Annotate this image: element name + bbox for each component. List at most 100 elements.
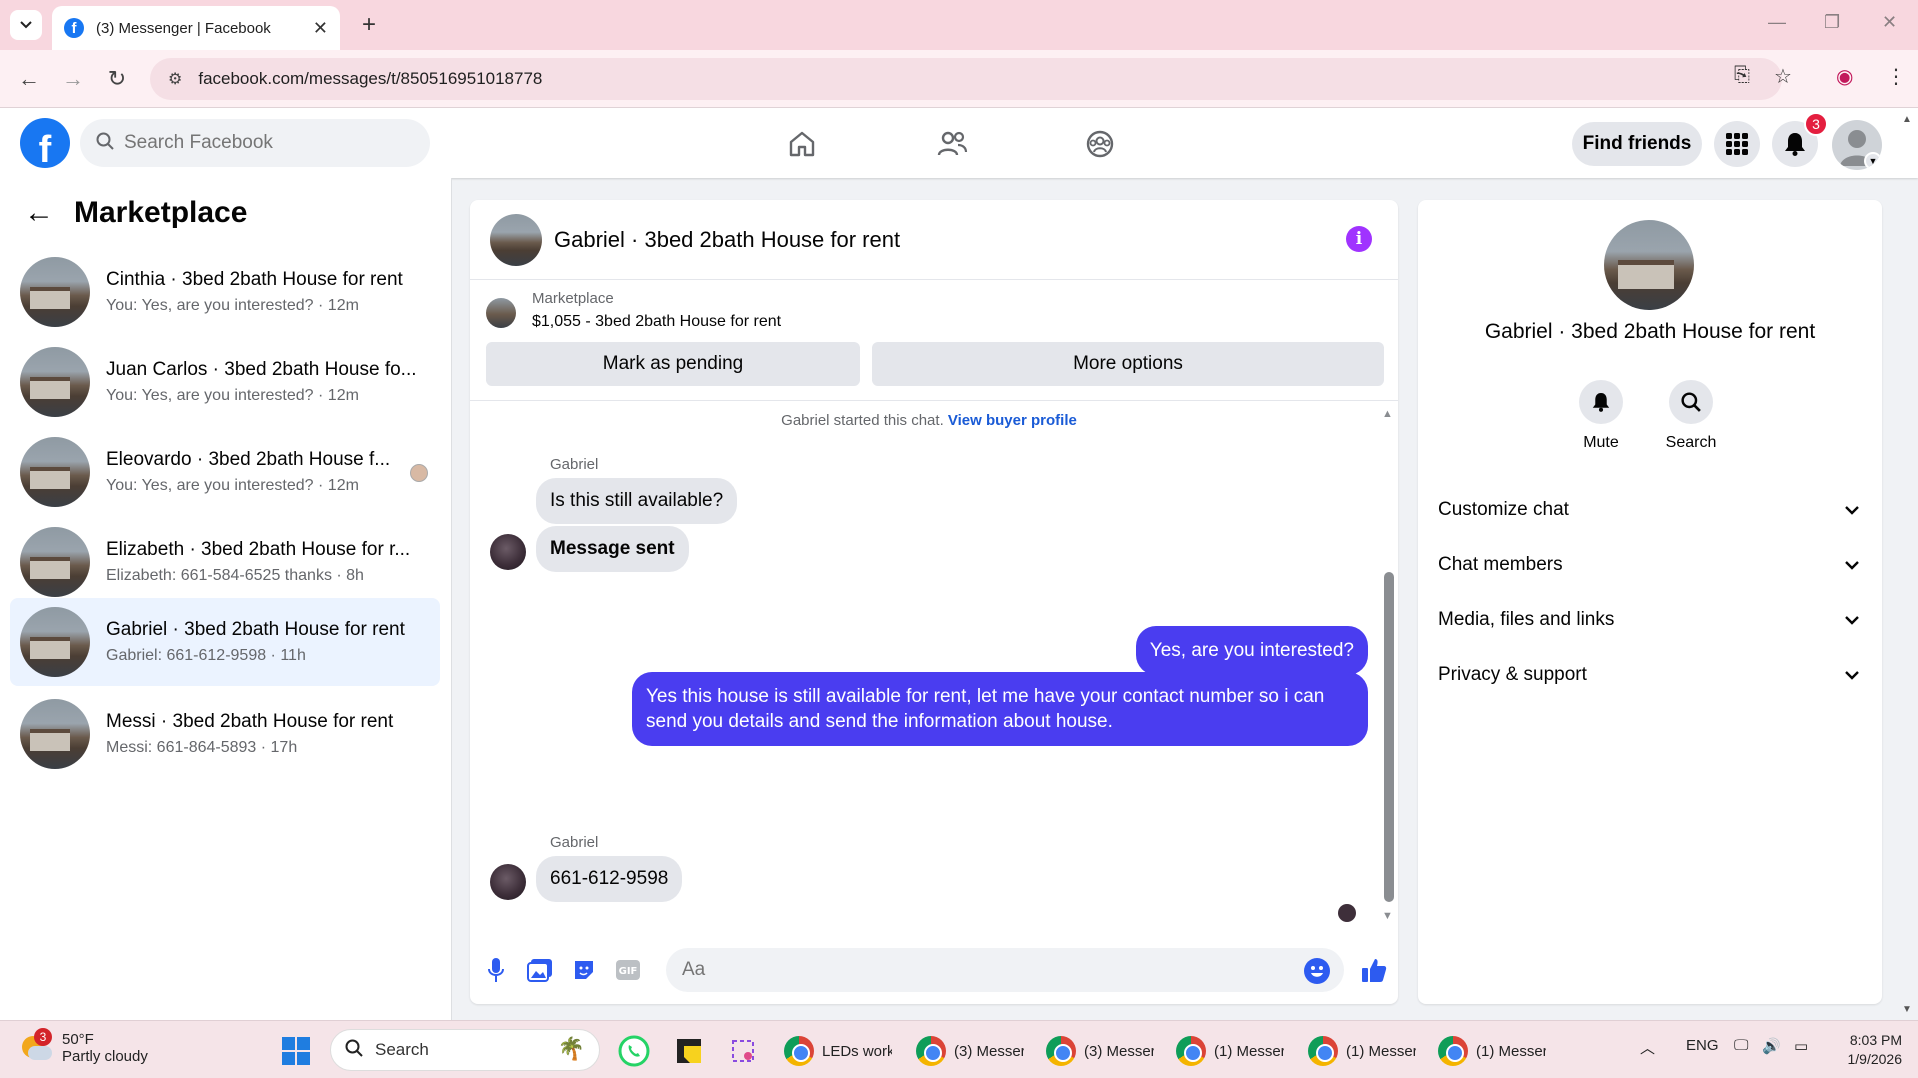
chevron-down-icon bbox=[1842, 555, 1862, 575]
chat-members-section[interactable]: Chat members bbox=[1438, 545, 1862, 585]
chevron-down-icon bbox=[20, 21, 32, 29]
tab-search-button[interactable] bbox=[10, 10, 42, 40]
sticker-icon[interactable] bbox=[570, 956, 598, 984]
url-omnibox[interactable]: ⚙ facebook.com/messages/t/85051695101877… bbox=[150, 58, 1782, 100]
weather-widget[interactable]: 3 50°F Partly cloudy bbox=[20, 1028, 148, 1065]
taskbar-app-label: (1) Messer bbox=[1214, 1042, 1284, 1060]
reload-button[interactable]: ↻ bbox=[102, 64, 132, 94]
taskbar-app[interactable]: (3) Messer bbox=[1046, 1033, 1154, 1069]
taskbar-app[interactable]: (3) Messer bbox=[916, 1033, 1024, 1069]
listing-avatar bbox=[20, 527, 90, 597]
incoming-message[interactable]: Message sent bbox=[536, 526, 689, 572]
battery-icon[interactable]: ▭ bbox=[1794, 1037, 1808, 1055]
close-window-button[interactable]: ✕ bbox=[1882, 12, 1897, 33]
chrome-menu-icon[interactable]: ⋮ bbox=[1886, 64, 1906, 89]
info-icon[interactable]: i bbox=[1346, 226, 1372, 252]
outgoing-message[interactable]: Yes this house is still available for re… bbox=[632, 672, 1368, 746]
volume-icon[interactable]: 🔊 bbox=[1762, 1037, 1781, 1055]
microphone-icon[interactable] bbox=[482, 956, 510, 984]
conversation-item[interactable]: Juan Carlos · 3bed 2bath House fo... You… bbox=[10, 338, 440, 426]
taskbar-app[interactable]: (1) Messer bbox=[1438, 1033, 1546, 1069]
conversation-item[interactable]: Cinthia · 3bed 2bath House for rent You:… bbox=[10, 248, 440, 336]
chat-scrollbar-thumb[interactable] bbox=[1384, 572, 1394, 902]
search-input[interactable] bbox=[124, 132, 384, 154]
install-app-icon[interactable]: ⎘ bbox=[1734, 64, 1750, 87]
menu-grid-button[interactable] bbox=[1714, 121, 1760, 167]
outgoing-message[interactable]: Yes, are you interested? bbox=[1135, 626, 1368, 675]
home-nav-icon[interactable] bbox=[780, 122, 824, 166]
photo-icon[interactable] bbox=[526, 956, 554, 984]
tab-close-icon[interactable]: ✕ bbox=[313, 18, 328, 39]
find-friends-button[interactable]: Find friends bbox=[1572, 122, 1702, 166]
windows-start-icon[interactable] bbox=[282, 1037, 310, 1065]
thumbs-up-icon[interactable] bbox=[1360, 956, 1388, 984]
new-tab-button[interactable]: + bbox=[354, 10, 384, 40]
conversation-item[interactable]: Eleovardo · 3bed 2bath House f... You: Y… bbox=[10, 428, 440, 516]
customize-chat-section[interactable]: Customize chat bbox=[1438, 490, 1862, 530]
minimize-button[interactable]: — bbox=[1768, 12, 1786, 33]
facebook-search[interactable] bbox=[80, 119, 430, 167]
windows-taskbar: 3 50°F Partly cloudy Search 🌴 LEDs work … bbox=[0, 1020, 1918, 1078]
incoming-message[interactable]: 661-612-9598 bbox=[536, 856, 683, 902]
scroll-down-arrow[interactable]: ▼ bbox=[1382, 910, 1393, 922]
facebook-header: f Find friends ▼ bbox=[0, 108, 1918, 178]
whatsapp-icon[interactable] bbox=[618, 1033, 650, 1069]
mark-as-pending-button[interactable]: Mark as pending bbox=[486, 342, 860, 386]
gif-icon[interactable]: GIF bbox=[614, 956, 642, 984]
conversation-preview: Gabriel: 661-612-9598 · 11h bbox=[106, 647, 306, 664]
conversation-item[interactable]: Messi · 3bed 2bath House for rent Messi:… bbox=[10, 690, 440, 778]
sticky-notes-icon[interactable] bbox=[674, 1033, 704, 1069]
emoji-icon[interactable] bbox=[1304, 958, 1330, 984]
taskbar-app[interactable]: (1) Messer bbox=[1176, 1033, 1284, 1069]
show-hidden-icons-chevron-up-icon[interactable]: ︿ bbox=[1640, 1037, 1655, 1058]
page-scroll-up-arrow[interactable]: ▲ bbox=[1902, 114, 1912, 125]
view-buyer-profile-link[interactable]: View buyer profile bbox=[948, 412, 1077, 429]
taskbar-app-label: LEDs work bbox=[822, 1042, 892, 1060]
friends-nav-icon[interactable] bbox=[930, 122, 974, 166]
media-files-links-section[interactable]: Media, files and links bbox=[1438, 600, 1862, 640]
scroll-up-arrow[interactable]: ▲ bbox=[1382, 408, 1393, 420]
chat-avatar[interactable] bbox=[490, 213, 542, 266]
account-avatar[interactable]: ▼ bbox=[1832, 120, 1882, 170]
taskbar-app[interactable]: (1) Messer bbox=[1308, 1033, 1416, 1069]
taskbar-app-label: (1) Messer bbox=[1346, 1042, 1416, 1060]
facebook-logo-icon[interactable]: f bbox=[20, 118, 70, 168]
groups-nav-icon[interactable] bbox=[1078, 122, 1122, 166]
bookmark-star-icon[interactable]: ☆ bbox=[1774, 64, 1792, 89]
contact-avatar[interactable] bbox=[1604, 220, 1694, 310]
browser-tab[interactable]: f (3) Messenger | Facebook ✕ bbox=[52, 6, 340, 50]
mute-button[interactable]: Mute bbox=[1561, 380, 1641, 452]
sender-avatar[interactable] bbox=[490, 864, 526, 900]
sender-avatar[interactable] bbox=[490, 534, 526, 570]
site-settings-icon[interactable]: ⚙ bbox=[168, 69, 182, 89]
message-input[interactable] bbox=[682, 959, 1262, 981]
marketplace-listing[interactable]: Marketplace $1,055 - 3bed 2bath House fo… bbox=[486, 290, 781, 331]
taskbar-app-label: (1) Messer bbox=[1476, 1042, 1546, 1060]
listing-avatar bbox=[20, 437, 90, 507]
message-input-box[interactable] bbox=[666, 948, 1344, 992]
snipping-tool-icon[interactable] bbox=[728, 1033, 758, 1069]
profile-icon[interactable]: ◉ bbox=[1836, 64, 1853, 89]
restore-button[interactable]: ❐ bbox=[1824, 12, 1840, 33]
conversation-item-active[interactable]: Gabriel · 3bed 2bath House for rent Gabr… bbox=[10, 598, 440, 686]
incoming-message[interactable]: Is this still available? bbox=[536, 478, 738, 524]
network-icon[interactable]: 🖵 bbox=[1734, 1037, 1748, 1054]
system-clock[interactable]: 8:03 PM 1/9/2026 bbox=[1830, 1031, 1903, 1069]
back-button[interactable]: ← bbox=[14, 64, 44, 94]
mute-label: Mute bbox=[1583, 434, 1619, 451]
back-arrow-icon[interactable]: ← bbox=[24, 196, 54, 230]
chat-title[interactable]: Gabriel · 3bed 2bath House for rent bbox=[554, 227, 900, 253]
conversation-item[interactable]: Elizabeth · 3bed 2bath House for r... El… bbox=[10, 518, 440, 606]
language-indicator[interactable]: ENG bbox=[1686, 1037, 1719, 1054]
search-in-conversation-button[interactable]: Search bbox=[1651, 380, 1731, 452]
chevron-down-icon: ▼ bbox=[1864, 152, 1882, 170]
taskbar-search[interactable]: Search 🌴 bbox=[330, 1029, 600, 1071]
more-options-button[interactable]: More options bbox=[872, 342, 1384, 386]
privacy-support-section[interactable]: Privacy & support bbox=[1438, 655, 1862, 695]
chrome-icon bbox=[1308, 1036, 1338, 1066]
sender-name: Gabriel bbox=[550, 456, 599, 473]
forward-button[interactable]: → bbox=[58, 64, 88, 94]
page-scroll-down-arrow[interactable]: ▼ bbox=[1902, 1004, 1912, 1015]
taskbar-app[interactable]: LEDs work bbox=[784, 1033, 892, 1069]
conversation-preview: Elizabeth: 661-584-6525 thanks · 8h bbox=[106, 567, 364, 584]
